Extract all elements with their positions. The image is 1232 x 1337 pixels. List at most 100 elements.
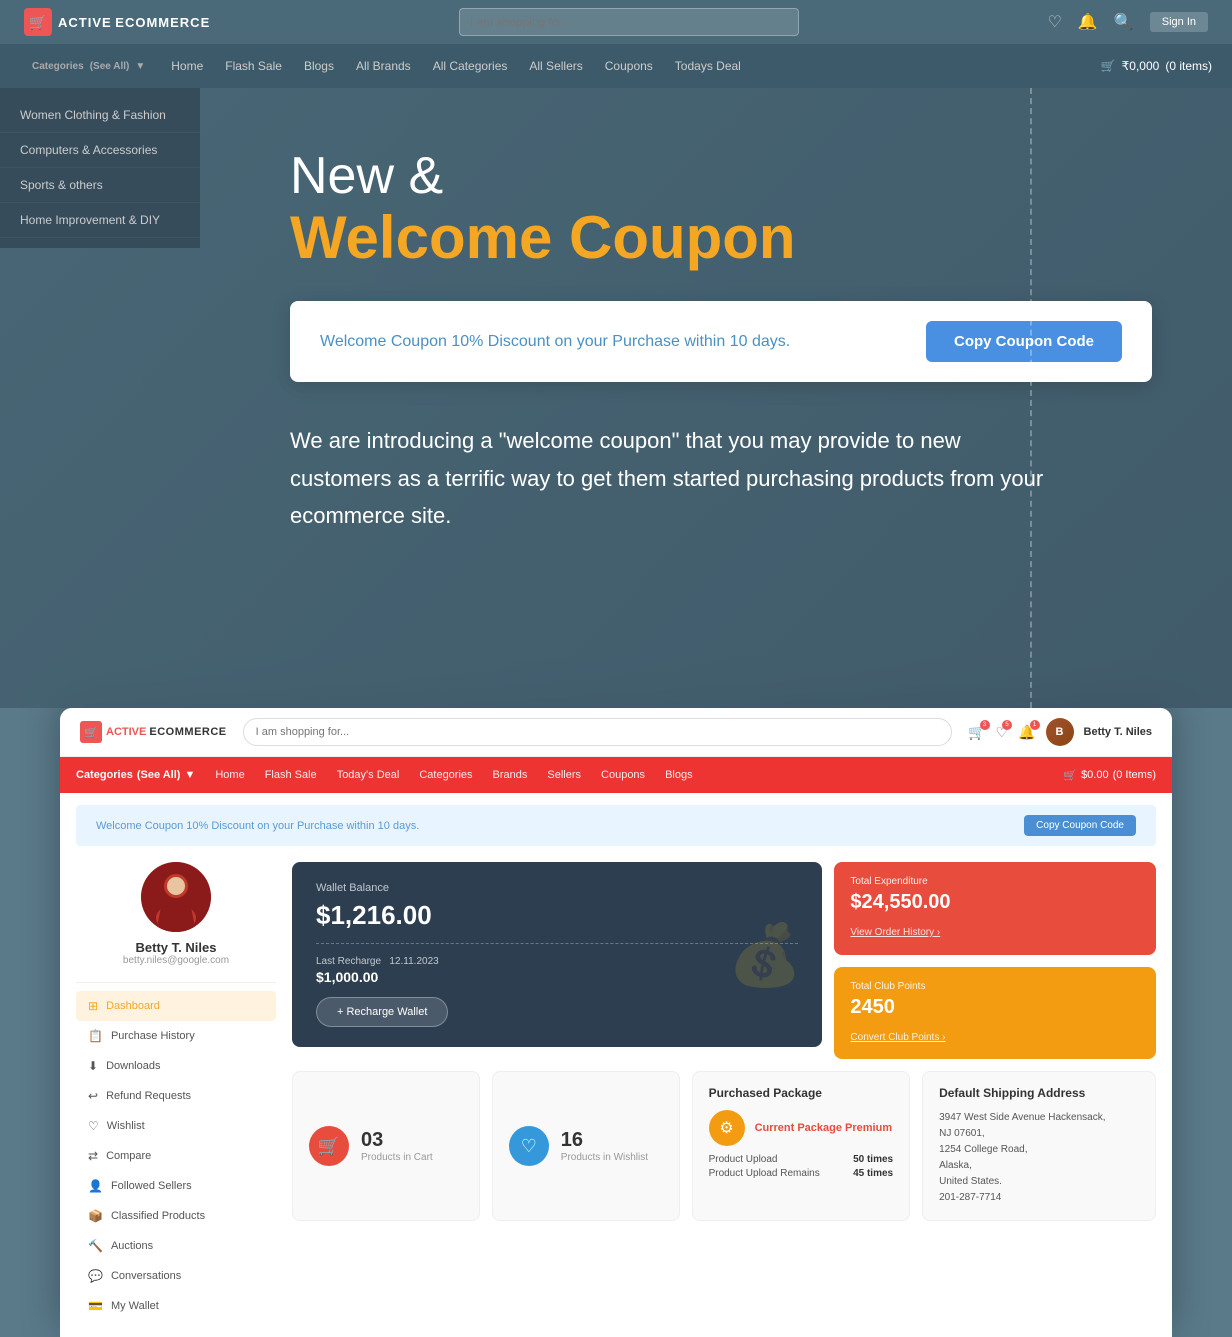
dash-nav-blogs[interactable]: Blogs bbox=[655, 769, 703, 781]
sidebar-cat-3[interactable]: Sports & others bbox=[0, 168, 200, 203]
dashboard-coupon-banner: Welcome Coupon 10% Discount on your Purc… bbox=[76, 805, 1156, 846]
dash-notification-icon[interactable]: 🔔1 bbox=[1018, 724, 1035, 741]
sidebar-item-label: Downloads bbox=[106, 1060, 160, 1072]
hero-content: New & Welcome Coupon Welcome Coupon 10% … bbox=[290, 148, 1152, 534]
nav-links: Home Flash Sale Blogs All Brands All Cat… bbox=[161, 53, 1096, 79]
dash-categories-label: Categories bbox=[76, 769, 133, 781]
package-row-1: Product Upload 50 times bbox=[709, 1154, 894, 1165]
nav-all-categories[interactable]: All Categories bbox=[423, 53, 518, 79]
cart[interactable]: 🛒 ₹0,000 (0 items) bbox=[1101, 59, 1212, 73]
nav-flash-sale[interactable]: Flash Sale bbox=[215, 53, 292, 79]
dash-avatar[interactable]: B bbox=[1046, 718, 1074, 746]
chevron-down-icon: ▼ bbox=[135, 61, 145, 72]
expenditure-card: Total Expenditure $24,550.00 View Order … bbox=[834, 862, 1156, 955]
dash-nav-coupons[interactable]: Coupons bbox=[591, 769, 655, 781]
dash-cart-sub: (0 Items) bbox=[1113, 769, 1156, 781]
address-card: Default Shipping Address 3947 West Side … bbox=[922, 1071, 1156, 1221]
copy-coupon-button[interactable]: Copy Coupon Code bbox=[926, 321, 1122, 362]
wallet-balance: $1,216.00 bbox=[316, 900, 798, 931]
sidebar-item-label: Dashboard bbox=[106, 1000, 160, 1012]
dashboard-icon: ⊞ bbox=[88, 999, 98, 1013]
search-input[interactable] bbox=[459, 8, 799, 36]
hero-sidebar-categories: Women Clothing & Fashion Computers & Acc… bbox=[0, 88, 200, 248]
dash-nav-flash-sale[interactable]: Flash Sale bbox=[255, 769, 327, 781]
sidebar-item-downloads[interactable]: ⬇ Downloads bbox=[76, 1051, 276, 1081]
conversations-icon: 💬 bbox=[88, 1269, 103, 1283]
sidebar-item-followed-sellers[interactable]: 👤 Followed Sellers bbox=[76, 1171, 276, 1201]
dash-nav-home[interactable]: Home bbox=[205, 769, 254, 781]
categories-dropdown[interactable]: Categories (See All) ▼ bbox=[20, 55, 157, 78]
dashboard-screenshot: 🛒 ACTIVE ECOMMERCE 🛒3 ♡5 🔔1 B Betty T. N… bbox=[60, 708, 1172, 1337]
search-icon[interactable]: 🔍 bbox=[1114, 12, 1134, 32]
sidebar-item-my-wallet[interactable]: 💳 My Wallet bbox=[76, 1291, 276, 1321]
nav-all-brands[interactable]: All Brands bbox=[346, 53, 421, 79]
cart-stat-icon: 🛒 bbox=[309, 1126, 349, 1166]
dash-heart-icon[interactable]: ♡5 bbox=[996, 724, 1009, 741]
sidebar-item-compare[interactable]: ⇄ Compare bbox=[76, 1141, 276, 1171]
categories-label: Categories bbox=[32, 61, 84, 72]
sidebar-item-dashboard[interactable]: ⊞ Dashboard bbox=[76, 991, 276, 1021]
sidebar-item-wishlist[interactable]: ♡ Wishlist bbox=[76, 1111, 276, 1141]
dash-username: Betty T. Niles bbox=[1084, 726, 1152, 738]
wallet-label: Wallet Balance bbox=[316, 882, 798, 894]
dashboard-sidebar: Betty T. Niles betty.niles@google.com ⊞ … bbox=[76, 862, 276, 1321]
sidebar-cat-1[interactable]: Women Clothing & Fashion bbox=[0, 98, 200, 133]
view-order-history-link[interactable]: View Order History › bbox=[850, 927, 940, 938]
nav-todays-deal[interactable]: Todays Deal bbox=[665, 53, 751, 79]
sidebar-item-auctions[interactable]: 🔨 Auctions bbox=[76, 1231, 276, 1261]
wishlist-icon: ♡ bbox=[88, 1119, 99, 1133]
package-title: Purchased Package bbox=[709, 1086, 894, 1100]
dash-cart-icon[interactable]: 🛒3 bbox=[968, 724, 985, 741]
sidebar-cat-2[interactable]: Computers & Accessories bbox=[0, 133, 200, 168]
sidebar-item-classified-products[interactable]: 📦 Classified Products bbox=[76, 1201, 276, 1231]
sidebar-item-purchase-history[interactable]: 📋 Purchase History bbox=[76, 1021, 276, 1051]
sidebar-item-refund[interactable]: ↩ Refund Requests bbox=[76, 1081, 276, 1111]
user-profile: Betty T. Niles betty.niles@google.com bbox=[76, 862, 276, 983]
nav-blogs[interactable]: Blogs bbox=[294, 53, 344, 79]
heart-icon[interactable]: ♡ bbox=[1048, 12, 1062, 32]
wallet-decoration: 💰 bbox=[728, 919, 803, 990]
cart-icon: 🛒 bbox=[1101, 59, 1116, 73]
dash-cart[interactable]: 🛒 $0.00 (0 Items) bbox=[1063, 769, 1156, 782]
dash-search-input[interactable] bbox=[243, 718, 952, 746]
profile-email: betty.niles@google.com bbox=[76, 955, 276, 966]
convert-club-points-link[interactable]: Convert Club Points › bbox=[850, 1032, 945, 1043]
dashboard-main: Betty T. Niles betty.niles@google.com ⊞ … bbox=[60, 846, 1172, 1337]
site-logo: 🛒 ACTIVE ECOMMERCE bbox=[24, 8, 210, 36]
dash-nav-brands[interactable]: Brands bbox=[483, 769, 538, 781]
cart-stat-label: Products in Cart bbox=[361, 1152, 433, 1163]
wallet-last-amount: $1,000.00 bbox=[316, 969, 798, 985]
wallet-icon: 💳 bbox=[88, 1299, 103, 1313]
dash-nav-todays-deal[interactable]: Today's Deal bbox=[327, 769, 410, 781]
nav-coupons[interactable]: Coupons bbox=[595, 53, 663, 79]
sidebar-item-conversations[interactable]: 💬 Conversations bbox=[76, 1261, 276, 1291]
bottom-stats: 🛒 03 Products in Cart ♡ 16 Products in W… bbox=[292, 1071, 1156, 1221]
dash-nav-sellers[interactable]: Sellers bbox=[537, 769, 591, 781]
dash-categories-dropdown[interactable]: Categories (See All) ▼ bbox=[76, 769, 205, 781]
user-avatar bbox=[141, 862, 211, 932]
dash-chevron-down-icon: ▼ bbox=[184, 769, 195, 781]
nav-bar: Categories (See All) ▼ Home Flash Sale B… bbox=[0, 44, 1232, 88]
package-icon-row: ⚙ Current Package Premium bbox=[709, 1110, 894, 1146]
dash-nav-categories[interactable]: Categories bbox=[409, 769, 482, 781]
nav-home[interactable]: Home bbox=[161, 53, 213, 79]
cart-count: 03 bbox=[361, 1129, 433, 1152]
top-bar-right: ♡ 🔔 🔍 Sign In bbox=[1048, 12, 1208, 32]
notification-icon[interactable]: 🔔 bbox=[1078, 12, 1098, 32]
nav-all-sellers[interactable]: All Sellers bbox=[519, 53, 592, 79]
club-points-value: 2450 bbox=[850, 996, 1140, 1019]
signin-button[interactable]: Sign In bbox=[1150, 12, 1208, 32]
dash-icons: 🛒3 ♡5 🔔1 B Betty T. Niles bbox=[968, 718, 1152, 746]
sidebar-cat-4[interactable]: Home Improvement & DIY bbox=[0, 203, 200, 238]
wishlist-stat-label: Products in Wishlist bbox=[561, 1152, 648, 1163]
dash-cart-icon-nav: 🛒 bbox=[1063, 769, 1077, 782]
wishlist-stat-card: ♡ 16 Products in Wishlist bbox=[492, 1071, 680, 1221]
sidebar-item-label: Compare bbox=[106, 1150, 151, 1162]
sidebar-item-label: Followed Sellers bbox=[111, 1180, 192, 1192]
coupon-banner: Welcome Coupon 10% Discount on your Purc… bbox=[290, 301, 1152, 382]
dashboard-copy-coupon-button[interactable]: Copy Coupon Code bbox=[1024, 815, 1136, 836]
logo-icon: 🛒 bbox=[24, 8, 52, 36]
recharge-wallet-button[interactable]: + Recharge Wallet bbox=[316, 997, 448, 1027]
download-icon: ⬇ bbox=[88, 1059, 98, 1073]
expenditure-value: $24,550.00 bbox=[850, 891, 1140, 914]
